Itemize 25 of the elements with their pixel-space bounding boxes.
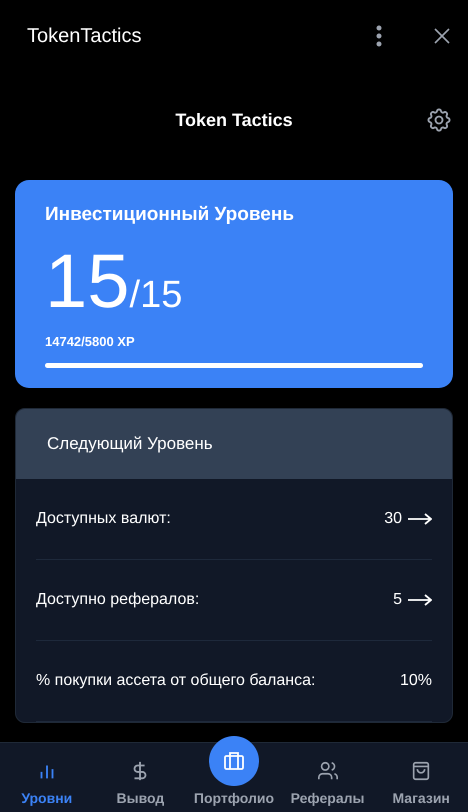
arrow-icon <box>408 594 432 606</box>
card-title: Инвестиционный Уровень <box>45 204 295 226</box>
level-number: 15 <box>45 244 130 320</box>
xp-text: 14742/5800 XP <box>45 334 136 349</box>
row-value: 5 <box>393 591 402 609</box>
window-title: TokenTactics <box>27 24 142 48</box>
arrow-icon <box>408 513 432 525</box>
settings-icon[interactable] <box>425 106 453 134</box>
nav-tab[interactable]: Портфолио <box>187 722 281 812</box>
row-value: 10% <box>400 672 432 690</box>
nav-tab[interactable]: Уровни <box>0 743 94 812</box>
row-label: Доступных валют: <box>36 510 172 528</box>
more-icon[interactable] <box>376 25 382 47</box>
nav-tab[interactable]: Вывод <box>94 743 188 812</box>
row-label: Доступно рефералов: <box>36 591 200 609</box>
level-max: /15 <box>130 274 182 317</box>
card-title: Следующий Уровень <box>47 434 213 454</box>
app-title: Token Tactics <box>175 110 293 130</box>
row-value: 30 <box>384 510 402 528</box>
nav-tab[interactable]: Рефералы <box>280 743 374 812</box>
close-icon[interactable] <box>434 28 450 44</box>
briefcase-icon[interactable] <box>208 736 259 786</box>
users-icon <box>316 760 339 782</box>
row-label: % покупки ассета от общего баланса: <box>36 672 316 690</box>
nav-tab[interactable]: Магазин <box>374 743 468 812</box>
